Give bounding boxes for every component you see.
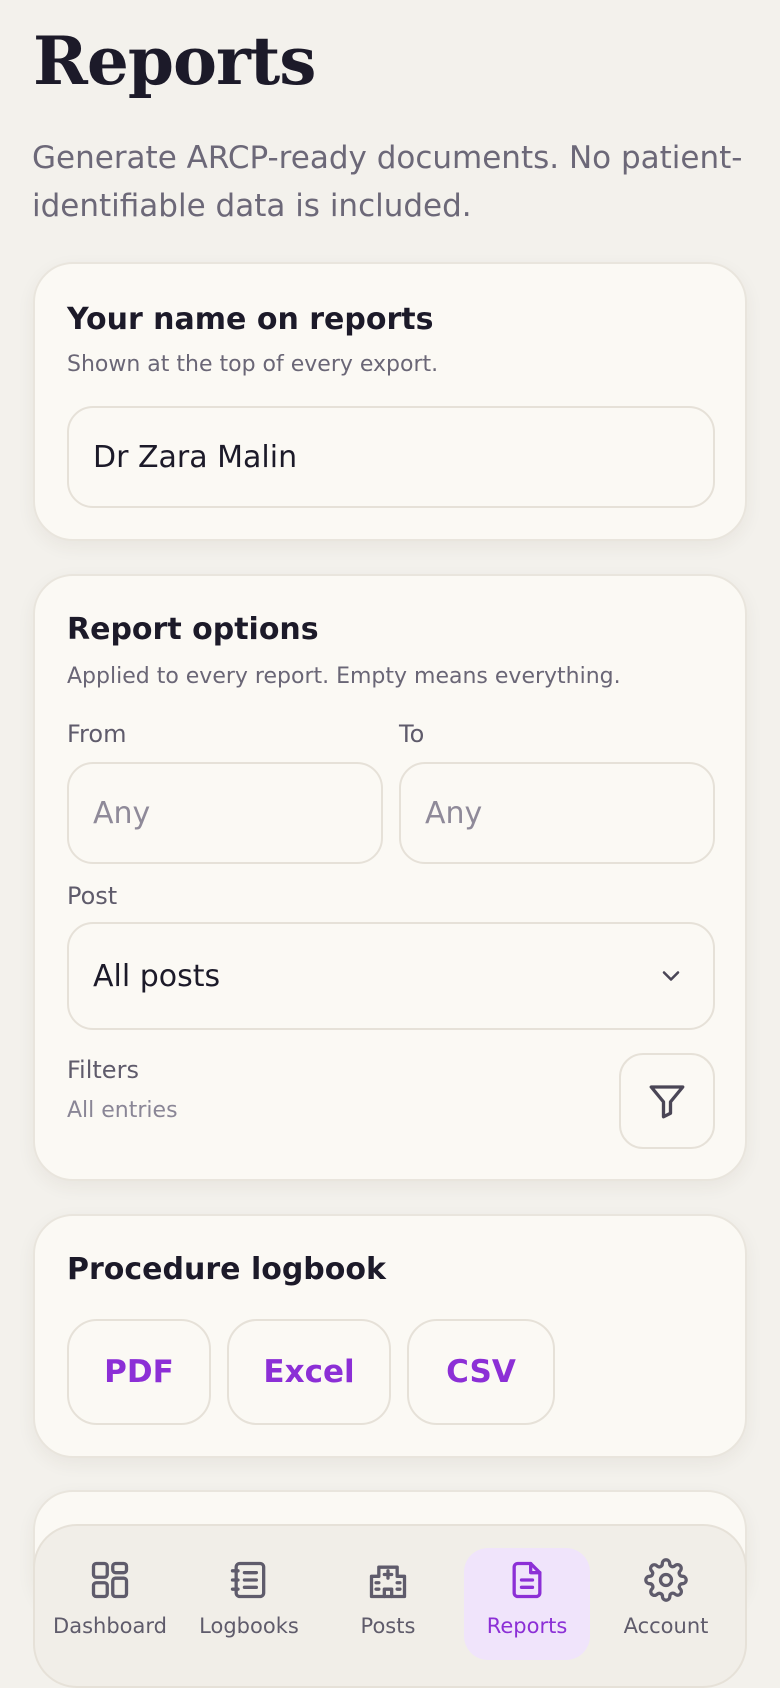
from-date-field[interactable]: Any [67,762,383,864]
to-date-field[interactable]: Any [399,762,715,864]
procedure-logbook-card: Procedure logbook PDF Excel CSV [33,1214,747,1458]
post-select[interactable]: All posts [67,922,715,1030]
report-name-value: Dr Zara Malin [93,439,298,475]
nav-label-account: Account [623,1614,709,1638]
export-pdf-label: PDF [104,1354,174,1390]
procedure-logbook-title: Procedure logbook [67,1252,386,1287]
nav-item-logbooks[interactable]: Logbooks [186,1548,312,1660]
dashboard-icon [91,1561,129,1599]
to-label: To [399,720,425,748]
from-label: From [67,720,127,748]
nav-label-dashboard: Dashboard [53,1614,167,1638]
page-title: Reports [33,22,316,100]
filter-icon [649,1085,685,1119]
post-label: Post [67,882,118,910]
export-csv-label: CSV [446,1354,516,1390]
nav-item-posts[interactable]: Posts [325,1548,451,1660]
to-date-value: Any [425,795,483,831]
nav-item-account[interactable]: Account [603,1548,729,1660]
filters-button[interactable] [619,1053,715,1149]
export-csv-button[interactable]: CSV [407,1319,555,1425]
chevron-down-icon [662,971,680,981]
export-excel-label: Excel [263,1354,355,1390]
report-name-input[interactable]: Dr Zara Malin [67,406,715,508]
page-subtitle: Generate ARCP-ready documents. No patien… [32,140,743,224]
nav-item-dashboard[interactable]: Dashboard [47,1548,173,1660]
filters-label: Filters [67,1056,139,1084]
gear-icon [644,1558,688,1602]
report-options-title: Report options [67,612,319,647]
export-excel-button[interactable]: Excel [227,1319,391,1425]
document-icon [512,1561,542,1599]
report-options-description: Applied to every report. Empty means eve… [67,664,621,689]
name-card: Your name on reports Shown at the top of… [33,262,747,541]
logbook-icon [230,1561,266,1599]
nav-label-logbooks: Logbooks [199,1614,299,1638]
post-select-value: All posts [93,958,221,994]
bottom-nav: Dashboard Logbooks Posts Reports Account [33,1524,747,1688]
name-card-description: Shown at the top of every export. [67,352,439,377]
nav-label-reports: Reports [486,1614,568,1638]
from-date-value: Any [93,795,151,831]
nav-label-posts: Posts [360,1614,416,1638]
name-card-title: Your name on reports [67,302,434,337]
export-pdf-button[interactable]: PDF [67,1319,211,1425]
report-options-card: Report options Applied to every report. … [33,574,747,1181]
nav-item-reports[interactable]: Reports [464,1548,590,1660]
filters-summary: All entries [67,1098,178,1123]
hospital-icon [369,1565,407,1599]
